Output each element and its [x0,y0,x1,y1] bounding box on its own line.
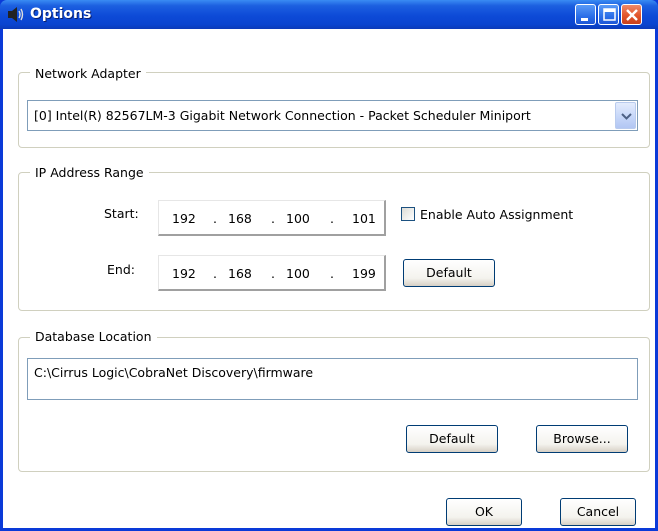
network-adapter-select[interactable]: [0] Intel(R) 82567LM-3 Gigabit Network C… [27,100,638,131]
title-bar[interactable]: Options [0,0,658,29]
database-location-label: Database Location [30,329,157,344]
end-octet-4[interactable]: 199 [352,266,376,281]
start-dot-1: . [213,211,217,226]
start-dot-2: . [271,211,275,226]
start-octet-4[interactable]: 101 [352,211,376,226]
cancel-button[interactable]: Cancel [560,498,636,526]
database-path-field[interactable]: C:\Cirrus Logic\CobraNet Discovery\firmw… [27,358,638,400]
end-octet-1[interactable]: 192 [172,266,196,281]
maximize-icon [603,8,616,21]
auto-assignment-checkbox[interactable] [401,207,415,221]
network-adapter-value: [0] Intel(R) 82567LM-3 Gigabit Network C… [34,108,531,123]
database-path-value: C:\Cirrus Logic\CobraNet Discovery\firmw… [34,365,314,380]
database-default-button[interactable]: Default [406,425,498,453]
start-label: Start: [104,206,139,221]
window-title: Options [30,6,92,22]
minimize-icon [581,18,588,21]
start-dot-3: . [330,211,334,226]
end-ip-field[interactable]: 192 . 168 . 100 . 199 [158,255,386,291]
chevron-down-icon [621,113,632,120]
end-octet-2[interactable]: 168 [228,266,252,281]
end-label: End: [107,262,135,277]
end-octet-3[interactable]: 100 [286,266,310,281]
network-adapter-label: Network Adapter [30,66,146,81]
speaker-icon [8,7,24,22]
dropdown-button[interactable] [615,102,636,129]
start-ip-field[interactable]: 192 . 168 . 100 . 101 [158,200,386,236]
maximize-button[interactable] [598,4,619,25]
close-icon [626,9,638,21]
start-octet-1[interactable]: 192 [172,211,196,226]
end-dot-3: . [330,266,334,281]
ip-default-button[interactable]: Default [403,259,495,287]
close-button[interactable] [621,4,642,25]
minimize-button[interactable] [575,4,596,25]
start-octet-2[interactable]: 168 [228,211,252,226]
end-dot-1: . [213,266,217,281]
browse-button[interactable]: Browse... [536,425,628,453]
auto-assignment-label[interactable]: Enable Auto Assignment [420,207,573,222]
options-window: Options Network Adapter [0] Intel(R) 825… [0,0,658,531]
start-octet-3[interactable]: 100 [286,211,310,226]
end-dot-2: . [271,266,275,281]
ok-button[interactable]: OK [446,498,522,526]
ip-range-label: IP Address Range [30,165,149,180]
